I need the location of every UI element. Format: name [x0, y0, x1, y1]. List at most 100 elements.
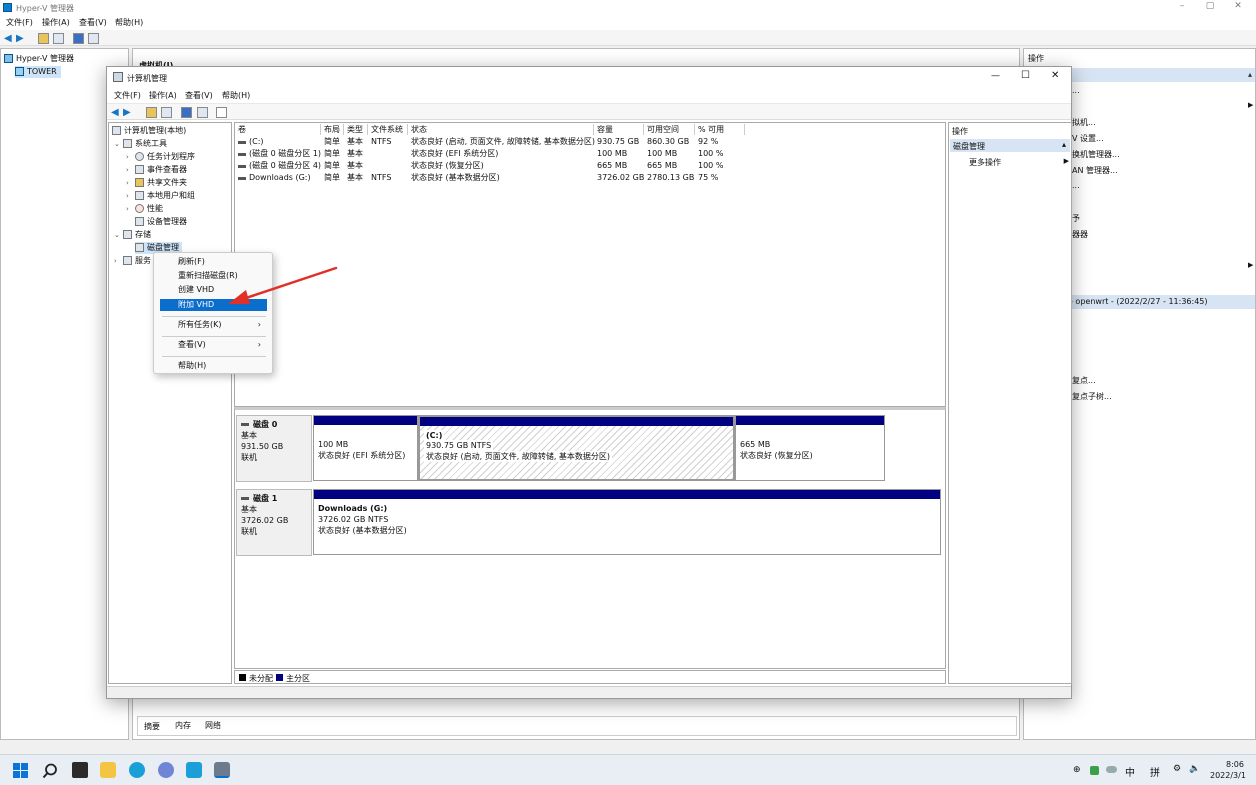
hyperv-action-item[interactable]: 复点子树... — [1072, 391, 1112, 402]
hyperv-titlebar[interactable]: Hyper-V 管理器 – ▢ ✕ — [0, 0, 1256, 15]
tree-tower[interactable]: TOWER — [15, 66, 61, 78]
expand-icon[interactable]: › — [126, 164, 135, 176]
cm-menu-help[interactable]: 帮助(H) — [222, 90, 250, 101]
hyperv-action-item[interactable]: 拟机... — [1072, 117, 1096, 128]
table-row[interactable]: (磁盘 0 磁盘分区 1) 简单 基本 状态良好 (EFI 系统分区) 100 … — [235, 148, 945, 160]
tree-device-manager[interactable]: 设备管理器 — [135, 216, 187, 228]
hyperv-menu-action[interactable]: 操作(A) — [42, 17, 70, 28]
hyperv-action-item[interactable]: ... — [1072, 181, 1080, 190]
hyperv-action-item[interactable]: 复点... — [1072, 375, 1096, 386]
cm-folder-up-icon[interactable] — [146, 107, 157, 118]
tree-task-scheduler[interactable]: › 任务计划程序 — [126, 151, 195, 163]
edge-browser-icon[interactable] — [129, 762, 145, 778]
col-header-volume[interactable]: 卷 — [235, 124, 321, 135]
tree-event-viewer[interactable]: › 事件查看器 — [126, 164, 187, 176]
table-row[interactable]: (磁盘 0 磁盘分区 4) 简单 基本 状态良好 (恢复分区) 665 MB 6… — [235, 160, 945, 172]
hyperv-action-item[interactable]: 器器 — [1072, 229, 1088, 240]
tree-system-tools[interactable]: ⌄ 系统工具 — [114, 138, 167, 150]
hyperv-action-item[interactable]: 予 — [1072, 213, 1080, 224]
cm-show-tree-icon[interactable] — [161, 107, 172, 118]
forward-arrow-icon[interactable]: ▶ — [16, 33, 24, 44]
tree-shared-folders[interactable]: › 共享文件夹 — [126, 177, 187, 189]
file-explorer-icon[interactable] — [100, 762, 116, 778]
search-icon[interactable] — [42, 763, 58, 779]
tree-hyperv-root[interactable]: Hyper-V 管理器 — [4, 53, 74, 65]
expand-icon[interactable]: › — [126, 177, 135, 189]
disk-1-label[interactable]: 磁盘 1 基本 3726.02 GB 联机 — [236, 489, 312, 556]
console-icon[interactable] — [88, 33, 99, 44]
hyperv-menu-view[interactable]: 查看(V) — [79, 17, 107, 28]
show-hide-tree-icon[interactable] — [53, 33, 64, 44]
folder-up-icon[interactable] — [38, 33, 49, 44]
help-icon[interactable] — [73, 33, 84, 44]
volume-icon[interactable]: 🔈 — [1189, 764, 1200, 774]
cm-close-button[interactable]: ✕ — [1051, 70, 1059, 81]
cm-menu-view[interactable]: 查看(V) — [185, 90, 213, 101]
hyperv-menu-file[interactable]: 文件(F) — [6, 17, 33, 28]
tree-cm-root[interactable]: 计算机管理(本地) — [112, 125, 186, 137]
tab-network[interactable]: 网络 — [205, 720, 221, 731]
tab-summary[interactable]: 摘要 — [144, 721, 160, 732]
hyperv-action-item[interactable]: V 设置... — [1072, 133, 1104, 144]
partition-downloads[interactable]: Downloads (G:) 3726.02 GB NTFS 状态良好 (基本数… — [313, 489, 941, 555]
cm-minimize-button[interactable]: — — [991, 71, 1000, 81]
tray-globe-icon[interactable]: ⊕ — [1073, 765, 1081, 775]
cm-menu-file[interactable]: 文件(F) — [114, 90, 141, 101]
disk-0-label[interactable]: 磁盘 0 基本 931.50 GB 联机 — [236, 415, 312, 482]
hyperv-action-item[interactable]: ... — [1072, 86, 1080, 95]
cm-maximize-button[interactable]: ☐ — [1021, 70, 1030, 81]
menu-view[interactable]: 查看(V) › — [160, 339, 267, 351]
windows-start-icon[interactable] — [13, 763, 28, 778]
expand-icon[interactable]: › — [114, 255, 123, 267]
table-row[interactable]: Downloads (G:) 简单 基本 NTFS 状态良好 (基本数据分区) … — [235, 172, 945, 184]
cm-help-icon[interactable] — [181, 107, 192, 118]
col-header-type[interactable]: 类型 — [344, 124, 368, 135]
collapse-icon[interactable]: ⌄ — [114, 229, 123, 241]
col-header-percent-free[interactable]: % 可用 — [695, 124, 745, 135]
hyperv-close-button[interactable]: ✕ — [1228, 1, 1248, 11]
clock-time[interactable]: 8:06 — [1226, 760, 1244, 769]
partition-c[interactable]: (C:) 930.75 GB NTFS 状态良好 (启动, 页面文件, 故障转储… — [418, 415, 735, 481]
expand-icon[interactable]: › — [126, 203, 135, 215]
col-header-layout[interactable]: 布局 — [321, 124, 344, 135]
back-arrow-icon[interactable]: ◀ — [4, 33, 12, 44]
tree-performance[interactable]: › 性能 — [126, 203, 163, 215]
task-view-icon[interactable] — [72, 762, 88, 778]
hyperv-action-item[interactable]: AN 管理器... — [1072, 165, 1118, 176]
col-header-capacity[interactable]: 容量 — [594, 124, 644, 135]
cm-back-arrow-icon[interactable]: ◀ — [111, 107, 119, 118]
cm-titlebar[interactable]: 计算机管理 — ☐ ✕ — [107, 67, 1071, 88]
cloud-icon[interactable] — [1106, 766, 1117, 773]
hyperv-action-item[interactable]: 换机管理器... — [1072, 149, 1120, 160]
hyperv-maximize-button[interactable]: ▢ — [1200, 1, 1220, 11]
tree-local-users[interactable]: › 本地用户和组 — [126, 190, 195, 202]
menu-all-tasks[interactable]: 所有任务(K) › — [160, 319, 267, 331]
ime-pinyin[interactable]: 拼 — [1150, 764, 1160, 779]
tree-storage[interactable]: ⌄ 存储 — [114, 229, 151, 241]
cm-forward-arrow-icon[interactable]: ▶ — [123, 107, 131, 118]
ime-mode[interactable]: 中 — [1125, 764, 1135, 779]
clock-date[interactable]: 2022/3/1 — [1210, 771, 1246, 780]
table-row[interactable]: (C:) 简单 基本 NTFS 状态良好 (启动, 页面文件, 故障转储, 基本… — [235, 136, 945, 148]
hyperv-menu-help[interactable]: 帮助(H) — [115, 17, 143, 28]
tree-services[interactable]: › 服务 — [114, 255, 151, 267]
settings-icon[interactable]: ⚙ — [1173, 764, 1181, 774]
tab-memory[interactable]: 内存 — [175, 720, 191, 731]
cm-more-actions[interactable]: 更多操作 ▶ — [969, 157, 1069, 168]
cm-actions-section[interactable]: 磁盘管理 ▴ — [950, 139, 1070, 152]
col-header-status[interactable]: 状态 — [408, 124, 594, 135]
cm-menu-action[interactable]: 操作(A) — [149, 90, 177, 101]
cm-view-icon[interactable] — [216, 107, 227, 118]
cm-properties-icon[interactable] — [197, 107, 208, 118]
expand-icon[interactable]: › — [126, 190, 135, 202]
hyperv-minimize-button[interactable]: – — [1172, 1, 1192, 11]
partition-efi[interactable]: 100 MB 状态良好 (EFI 系统分区) — [313, 415, 418, 481]
partition-recovery[interactable]: 665 MB 状态良好 (恢复分区) — [735, 415, 885, 481]
menu-help[interactable]: 帮助(H) — [160, 360, 267, 372]
computer-management-taskbar-icon[interactable] — [214, 762, 230, 778]
collapse-icon[interactable]: ⌄ — [114, 138, 123, 150]
col-header-free[interactable]: 可用空间 — [644, 124, 695, 135]
expand-icon[interactable]: › — [126, 151, 135, 163]
network-app-icon[interactable] — [158, 762, 174, 778]
tray-app-icon[interactable] — [1090, 766, 1099, 775]
